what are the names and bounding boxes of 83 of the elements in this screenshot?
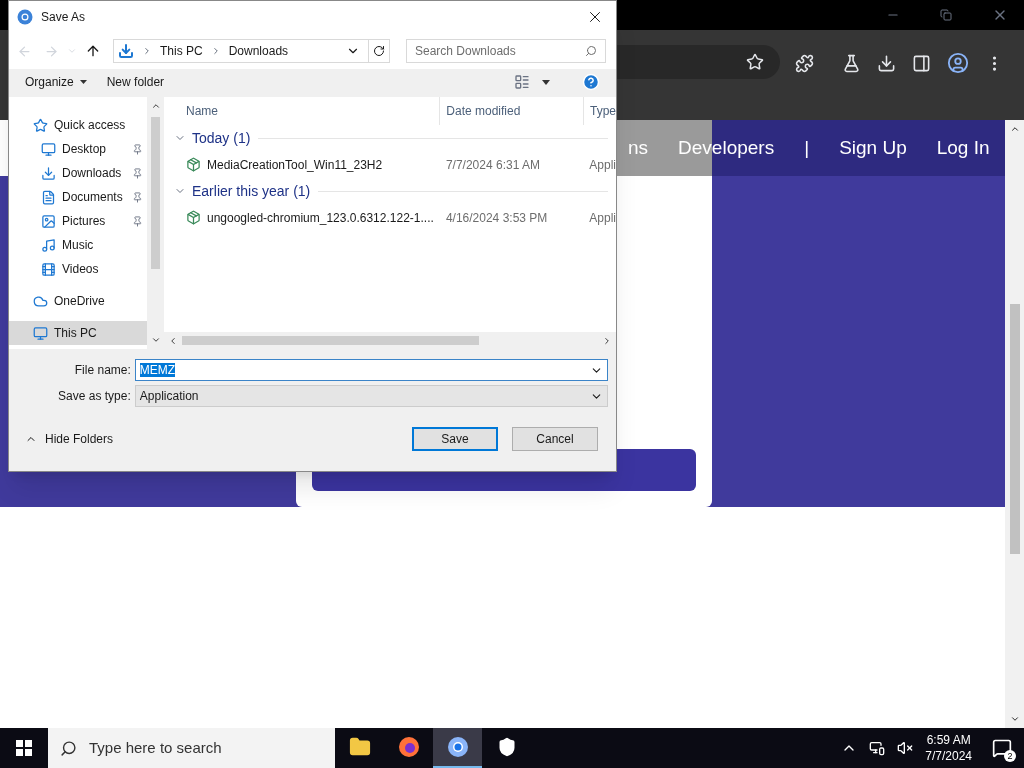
taskbar-app[interactable] — [433, 728, 482, 768]
flask-icon[interactable] — [842, 53, 861, 73]
up-icon[interactable] — [85, 43, 101, 59]
search-field[interactable]: Search Downloads — [406, 39, 606, 63]
organize-button[interactable]: Organize — [17, 73, 95, 91]
dialog-button[interactable]: Cancel — [512, 427, 598, 451]
chevron-right-icon — [142, 46, 152, 56]
column-header[interactable]: Type — [584, 97, 616, 125]
search-icon — [60, 739, 77, 757]
nav-link[interactable]: Sign Up — [839, 133, 907, 163]
breadcrumb[interactable]: This PC — [160, 42, 203, 60]
file-date: 7/7/2024 6:31 AM — [444, 156, 541, 174]
group-header[interactable]: Earlier this year (1) — [164, 178, 616, 204]
field-label: File name: — [73, 362, 132, 379]
window-title: Save As — [41, 9, 87, 26]
hide-folders-button[interactable]: Hide Folders — [17, 430, 122, 448]
pin-icon — [132, 191, 143, 203]
nav-item[interactable]: OneDrive — [9, 289, 147, 313]
pin-icon — [132, 215, 143, 227]
view-icon[interactable] — [514, 74, 530, 90]
browser-icon — [446, 736, 469, 758]
puzzle-icon[interactable] — [795, 53, 814, 73]
mute-icon[interactable] — [897, 740, 914, 756]
search-icon — [585, 45, 597, 57]
scroll-down-icon[interactable] — [1009, 714, 1020, 724]
nav-item[interactable]: Quick access — [9, 113, 147, 137]
scroll-down-icon[interactable] — [150, 335, 161, 345]
dialog-button[interactable]: Save — [412, 427, 498, 451]
nav-link[interactable]: Log In — [936, 133, 990, 163]
nav-item[interactable]: Desktop — [9, 137, 147, 161]
restore-icon[interactable] — [940, 9, 952, 21]
installer-icon — [186, 157, 201, 172]
column-header[interactable]: Name — [164, 97, 441, 125]
caret-icon — [79, 80, 87, 84]
file-row[interactable]: ungoogled-chromium_123.0.6312.122-1.... 4/16/2024 3:53 PM Appli — [164, 204, 616, 231]
fox-globe-icon — [397, 736, 420, 758]
download-icon[interactable] — [877, 53, 896, 73]
save-type-dropdown[interactable]: Application — [134, 385, 608, 407]
nav-item[interactable]: Music — [9, 233, 147, 257]
caret-icon[interactable] — [542, 79, 550, 85]
clock-date[interactable]: 7/7/2024 — [925, 748, 972, 764]
scroll-thumb[interactable] — [151, 117, 160, 269]
nav-item[interactable]: This PC — [9, 321, 147, 345]
file-type: Appli — [588, 209, 616, 227]
file-type: Appli — [588, 156, 616, 174]
scroll-left-icon[interactable] — [168, 335, 178, 346]
clock-time[interactable]: 6:59 AM — [926, 732, 971, 748]
nav-item[interactable]: Documents — [9, 185, 147, 209]
nav-link[interactable]: | — [804, 133, 810, 163]
new-folder-button[interactable]: New folder — [94, 73, 177, 91]
scrollbar[interactable] — [1005, 120, 1024, 728]
column-header[interactable]: Date modified — [440, 97, 584, 125]
nav-link[interactable]: Developers — [678, 133, 775, 163]
field-label: Save as type: — [57, 388, 132, 405]
file-name-field[interactable]: MEMZ — [134, 359, 608, 381]
download-icon — [118, 43, 134, 59]
address-field[interactable]: This PC Downloads — [113, 39, 390, 63]
profile-icon[interactable] — [947, 52, 969, 74]
breadcrumb[interactable]: Downloads — [228, 42, 289, 60]
scroll-up-icon[interactable] — [1009, 124, 1020, 134]
scroll-thumb[interactable] — [1009, 304, 1020, 554]
pin-icon — [132, 167, 143, 179]
pin-icon — [132, 143, 143, 155]
help-icon[interactable] — [582, 73, 600, 91]
windows-logo-icon[interactable] — [16, 740, 32, 756]
scroll-right-icon[interactable] — [602, 335, 612, 346]
nav-item[interactable]: Pictures — [9, 209, 147, 233]
installer-icon — [186, 210, 201, 225]
file-name: MediaCreationTool_Win11_23H2 — [207, 156, 383, 174]
refresh-icon[interactable] — [373, 45, 385, 57]
network-icon[interactable] — [869, 740, 886, 756]
browser-icon — [17, 9, 33, 25]
scroll-thumb[interactable] — [182, 336, 479, 345]
file-date: 4/16/2024 3:53 PM — [444, 209, 549, 227]
side-panel-icon[interactable] — [912, 53, 931, 73]
scroll-up-icon[interactable] — [150, 101, 161, 111]
nav-item[interactable]: Downloads — [9, 161, 147, 185]
file-row[interactable]: MediaCreationTool_Win11_23H2 7/7/2024 6:31 AM Appli — [164, 151, 616, 178]
star-icon[interactable] — [746, 53, 764, 71]
file-name: ungoogled-chromium_123.0.6312.122-1.... — [207, 209, 434, 227]
group-header[interactable]: Today (1) — [164, 125, 616, 151]
taskbar-search-field[interactable]: Type here to search — [48, 728, 335, 768]
nav-item[interactable]: Videos — [9, 257, 147, 281]
